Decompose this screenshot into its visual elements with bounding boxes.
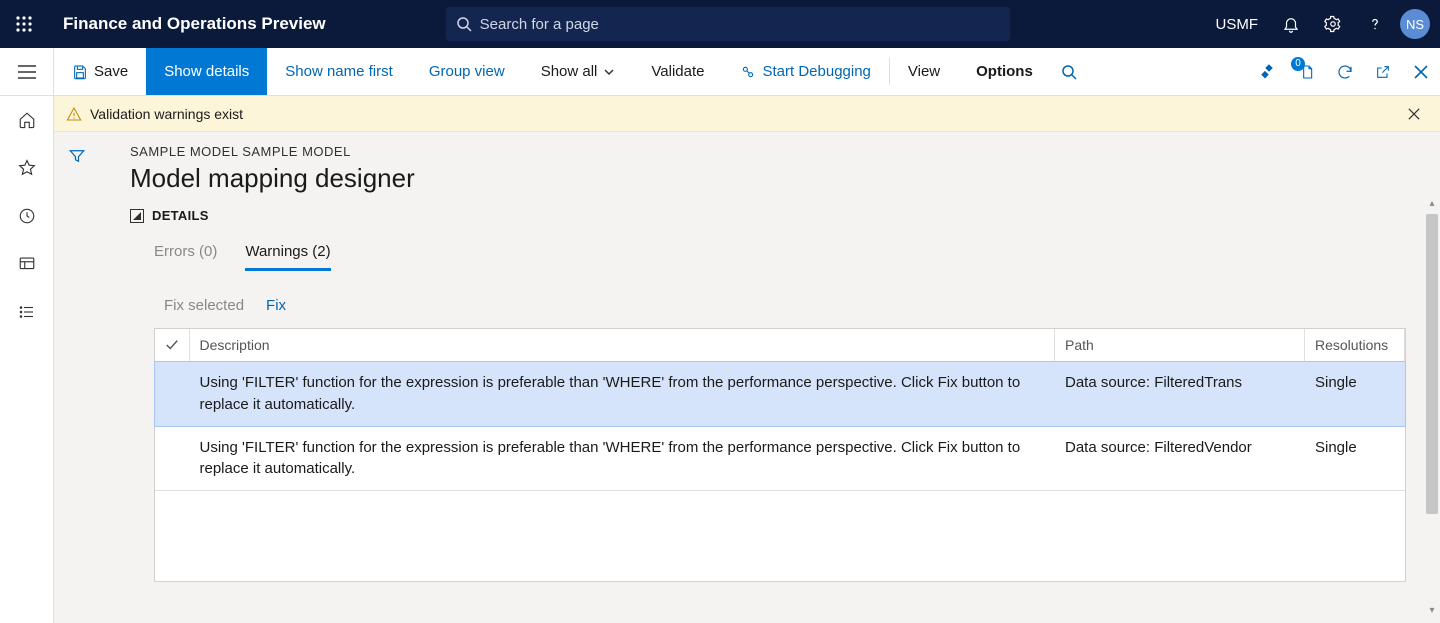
grid-blank-area [155,491,1405,581]
check-icon [165,338,179,352]
fix-selected-button: Fix selected [164,297,244,314]
scroll-up-arrow[interactable]: ▴ [1426,198,1438,210]
validate-button[interactable]: Validate [633,48,722,95]
options-button[interactable]: Options [958,48,1051,95]
warning-icon [66,106,82,122]
nav-home[interactable] [0,96,54,144]
nav-rail [0,48,54,623]
content-area: SAMPLE MODEL SAMPLE MODEL Model mapping … [54,132,1440,623]
cell-resolutions: Single [1305,426,1405,491]
attachments-badge: 0 [1291,57,1305,71]
vertical-scrollbar[interactable]: ▴ ▾ [1425,208,1440,615]
save-icon [72,64,88,80]
nav-favorites[interactable] [0,144,54,192]
home-icon [18,111,36,129]
table-row[interactable]: Using 'FILTER' function for the expressi… [155,426,1405,491]
global-header: Finance and Operations Preview Search fo… [0,0,1440,48]
details-tabs: Errors (0) Warnings (2) [154,243,1406,271]
column-header-path[interactable]: Path [1055,329,1305,362]
collapse-icon [130,209,144,223]
global-search[interactable]: Search for a page [446,7,1010,41]
app-launcher-button[interactable] [0,0,48,48]
main-area: Save Show details Show name first Group … [54,48,1440,623]
debug-icon [740,64,756,80]
close-icon [1408,108,1420,120]
app-title: Finance and Operations Preview [63,14,326,34]
refresh-button[interactable] [1326,48,1364,95]
hamburger-icon [18,65,36,79]
nav-recent[interactable] [0,192,54,240]
bell-icon [1282,15,1300,33]
column-header-description[interactable]: Description [189,329,1055,362]
workspace-icon [18,255,36,273]
search-icon [1061,64,1077,80]
validation-banner: Validation warnings exist [54,96,1440,132]
search-icon [456,16,472,32]
waffle-icon [16,16,32,32]
related-button[interactable] [1250,48,1288,95]
help-button[interactable] [1354,0,1396,48]
table-row[interactable]: Using 'FILTER' function for the expressi… [155,362,1405,427]
action-bar: Save Show details Show name first Group … [54,48,1440,96]
attachments-button[interactable]: 0 [1288,48,1326,95]
cell-description: Using 'FILTER' function for the expressi… [189,426,1055,491]
filter-button[interactable] [61,140,93,172]
warnings-toolbar: Fix selected Fix [164,297,1406,314]
show-details-button[interactable]: Show details [146,48,267,95]
nav-workspaces[interactable] [0,240,54,288]
popout-button[interactable] [1364,48,1402,95]
legal-entity-label[interactable]: USMF [1204,16,1271,33]
column-header-resolutions[interactable]: Resolutions [1305,329,1405,362]
scroll-down-arrow[interactable]: ▾ [1426,605,1438,617]
show-all-button[interactable]: Show all [523,48,634,95]
warnings-grid: Description Path Resolutions Using 'FILT… [154,328,1406,582]
tab-errors[interactable]: Errors (0) [154,243,217,271]
scrollbar-thumb[interactable] [1426,214,1438,514]
refresh-icon [1336,63,1354,81]
cell-resolutions: Single [1305,362,1405,427]
start-debugging-button[interactable]: Start Debugging [722,48,888,95]
grid-header-row: Description Path Resolutions [155,329,1405,362]
filter-rail [54,132,100,623]
tab-warnings[interactable]: Warnings (2) [245,243,330,271]
clock-icon [18,207,36,225]
show-name-first-button[interactable]: Show name first [267,48,411,95]
cell-path: Data source: FilteredVendor [1055,426,1305,491]
diamond-icon [1261,64,1277,80]
details-section-toggle[interactable]: DETAILS [130,208,1406,223]
help-icon [1366,15,1384,33]
fix-button[interactable]: Fix [266,297,286,314]
save-button[interactable]: Save [54,48,146,95]
row-select-cell[interactable] [155,362,189,427]
nav-expand-button[interactable] [0,48,54,96]
chevron-down-icon [603,66,615,78]
select-all-header[interactable] [155,329,189,362]
page-title: Model mapping designer [130,163,1406,194]
cell-path: Data source: FilteredTrans [1055,362,1305,427]
notifications-button[interactable] [1270,0,1312,48]
breadcrumb: SAMPLE MODEL SAMPLE MODEL [130,144,1406,159]
popout-icon [1375,64,1391,80]
filter-icon [68,147,86,165]
settings-button[interactable] [1312,0,1354,48]
cell-description: Using 'FILTER' function for the expressi… [189,362,1055,427]
page-search-button[interactable] [1051,48,1087,95]
close-page-button[interactable] [1402,48,1440,95]
close-icon [1414,65,1428,79]
star-icon [18,159,36,177]
page-body: SAMPLE MODEL SAMPLE MODEL Model mapping … [100,132,1440,623]
nav-modules[interactable] [0,288,54,336]
gear-icon [1324,15,1342,33]
banner-close-button[interactable] [1400,100,1428,128]
view-button[interactable]: View [890,48,958,95]
user-avatar[interactable]: NS [1400,9,1430,39]
list-icon [18,303,36,321]
row-select-cell[interactable] [155,426,189,491]
validation-banner-text: Validation warnings exist [90,106,243,122]
group-view-button[interactable]: Group view [411,48,523,95]
global-search-placeholder: Search for a page [480,16,599,33]
